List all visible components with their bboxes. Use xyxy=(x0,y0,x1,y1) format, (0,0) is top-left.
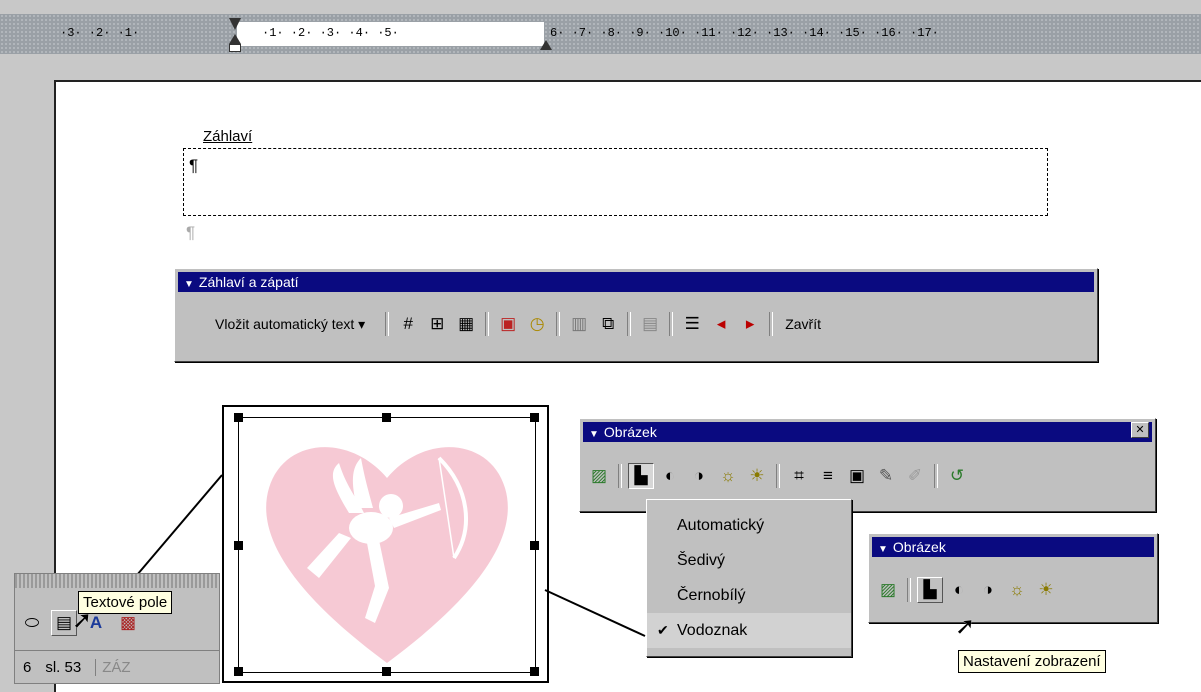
picture-toolbar: ▼ Obrázek ✕ ▨ ▙ ◐ ◑ ☼ ☀ ⌗ ≡ ▣ ✎ ✐ ↺ xyxy=(579,418,1156,512)
picture-toolbar-small: ▼ Obrázek ▨ ▙ ◐ ◑ ☼ ☀ xyxy=(868,533,1158,623)
image-control-icon[interactable]: ▙ xyxy=(917,577,943,603)
status-section: sl. 53 xyxy=(45,659,82,676)
checkmark-icon: ✔ xyxy=(657,622,669,638)
menu-item-label: Černobílý xyxy=(677,587,746,604)
tooltip-image-control: Nastavení zobrazení xyxy=(958,650,1106,673)
less-contrast-icon[interactable]: ◑ xyxy=(975,577,1001,603)
more-contrast-icon[interactable]: ◐ xyxy=(657,463,683,489)
less-contrast-icon[interactable]: ◑ xyxy=(686,463,712,489)
insert-picture-icon[interactable]: ▨ xyxy=(875,577,901,603)
less-brightness-icon[interactable]: ☀ xyxy=(1033,577,1059,603)
reset-picture-icon[interactable]: ↺ xyxy=(944,463,970,489)
status-truncated: ZÁZ xyxy=(95,659,131,676)
menu-item-label: Automatický xyxy=(677,517,765,534)
toolbar-grip[interactable] xyxy=(15,574,219,588)
menu-item-grayscale[interactable]: Šedivý xyxy=(647,543,851,578)
separator xyxy=(907,578,911,602)
close-icon[interactable]: ✕ xyxy=(1131,422,1149,438)
toolbar-title: Obrázek xyxy=(603,424,657,440)
set-transparent-color-icon[interactable]: ✐ xyxy=(902,463,928,489)
less-brightness-icon[interactable]: ☀ xyxy=(744,463,770,489)
oval-icon[interactable]: ⬭ xyxy=(19,610,45,636)
menu-item-label: Vodoznak xyxy=(677,622,748,639)
separator xyxy=(776,464,780,488)
menu-item-watermark[interactable]: ✔ Vodoznak xyxy=(647,613,851,648)
separator xyxy=(934,464,938,488)
status-bar: 6 sl. 53 ZÁZ xyxy=(15,650,219,684)
format-picture-icon[interactable]: ✎ xyxy=(873,463,899,489)
mouse-cursor-icon: ➚ xyxy=(955,613,976,640)
more-brightness-icon[interactable]: ☼ xyxy=(715,463,741,489)
menu-item-label: Šedivý xyxy=(677,552,726,569)
status-page: 6 xyxy=(23,659,32,676)
toolbar-title-bar[interactable]: ▼ Obrázek xyxy=(583,422,1152,442)
toolbar-menu-arrow-icon[interactable]: ▼ xyxy=(589,429,599,440)
text-wrapping-icon[interactable]: ▣ xyxy=(844,463,870,489)
image-control-icon[interactable]: ▙ xyxy=(628,463,654,489)
toolbar-title-bar[interactable]: ▼ Obrázek xyxy=(872,537,1154,557)
more-contrast-icon[interactable]: ◐ xyxy=(946,577,972,603)
more-brightness-icon[interactable]: ☼ xyxy=(1004,577,1030,603)
image-control-menu: Automatický Šedivý Černobílý ✔ Vodoznak xyxy=(646,499,852,657)
toolbar-menu-arrow-icon[interactable]: ▼ xyxy=(878,544,888,555)
line-style-icon[interactable]: ≡ xyxy=(815,463,841,489)
menu-item-black-white[interactable]: Černobílý xyxy=(647,578,851,613)
toolbar-title: Obrázek xyxy=(892,539,946,555)
separator xyxy=(618,464,622,488)
crop-icon[interactable]: ⌗ xyxy=(786,463,812,489)
insert-picture-icon[interactable]: ▨ xyxy=(586,463,612,489)
tooltip-text-box: Textové pole xyxy=(78,591,173,614)
menu-item-automatic[interactable]: Automatický xyxy=(647,508,851,543)
drawing-toolbar-fragment: ⬭ ▤ A ▩ 6 sl. 53 ZÁZ xyxy=(14,573,220,684)
